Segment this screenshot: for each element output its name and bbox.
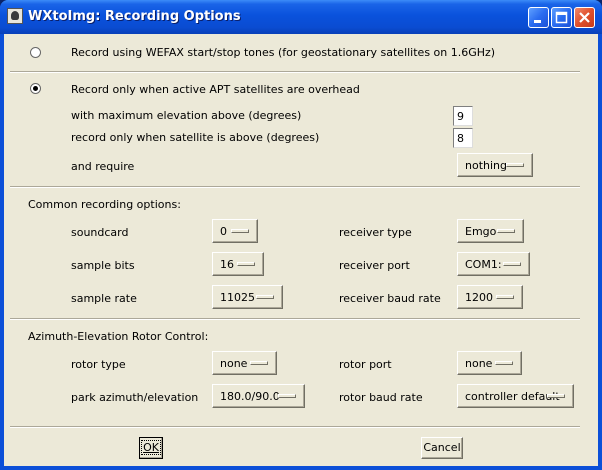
sample-rate-menu[interactable]: 11025 xyxy=(212,285,283,309)
sample-bits-value: 16 xyxy=(220,258,234,271)
rotor-heading: Azimuth-Elevation Rotor Control: xyxy=(28,330,209,343)
apt-label: Record only when active APT satellites a… xyxy=(71,83,360,96)
option-menu-indicator-icon xyxy=(506,163,524,167)
separator xyxy=(10,186,580,188)
require-value: nothing xyxy=(465,159,507,172)
rotor-type-value: none xyxy=(220,357,248,370)
cancel-button[interactable]: Cancel xyxy=(421,437,463,459)
window-title: WXtoImg: Recording Options xyxy=(28,9,241,24)
max-elevation-input[interactable]: 9 xyxy=(453,106,473,126)
park-menu[interactable]: 180.0/90.0 xyxy=(212,384,305,408)
title-bar[interactable]: WXtoImg: Recording Options xyxy=(0,0,602,34)
dialog-window: WXtoImg: Recording Options Record using … xyxy=(0,0,602,470)
sample-rate-value: 11025 xyxy=(220,291,255,304)
receiver-port-label: receiver port xyxy=(339,259,410,272)
rotor-baud-value: controller default xyxy=(465,390,560,403)
rotor-port-menu[interactable]: none xyxy=(457,351,522,375)
option-menu-indicator-icon xyxy=(256,295,274,299)
rotor-type-menu[interactable]: none xyxy=(212,351,277,375)
require-label: and require xyxy=(71,160,135,173)
separator xyxy=(10,318,580,320)
min-elevation-label: record only when satellite is above (deg… xyxy=(71,131,320,144)
separator xyxy=(10,71,580,73)
maximize-button[interactable] xyxy=(551,7,572,28)
park-label: park azimuth/elevation xyxy=(71,391,199,404)
common-options-heading: Common recording options: xyxy=(28,198,181,211)
receiver-port-value: COM1: xyxy=(465,258,502,271)
require-menu[interactable]: nothing xyxy=(457,153,533,177)
rotor-port-label: rotor port xyxy=(339,358,392,371)
wefax-label: Record using WEFAX start/stop tones (for… xyxy=(71,46,496,59)
option-menu-indicator-icon xyxy=(495,361,513,365)
close-icon xyxy=(579,12,590,23)
option-menu-indicator-icon xyxy=(497,229,515,233)
rotor-baud-menu[interactable]: controller default xyxy=(457,384,574,408)
min-elevation-input[interactable]: 8 xyxy=(453,128,473,148)
ok-button-label: OK xyxy=(141,440,161,455)
receiver-type-label: receiver type xyxy=(339,226,412,239)
close-button[interactable] xyxy=(574,7,595,28)
option-menu-indicator-icon xyxy=(503,262,521,266)
soundcard-menu[interactable]: 0 xyxy=(212,219,258,243)
option-menu-indicator-icon xyxy=(278,394,296,398)
sample-bits-menu[interactable]: 16 xyxy=(212,252,264,276)
park-value: 180.0/90.0 xyxy=(220,390,280,403)
soundcard-label: soundcard xyxy=(71,226,129,239)
app-icon[interactable] xyxy=(7,8,23,24)
max-elevation-label: with maximum elevation above (degrees) xyxy=(71,109,302,122)
dialog-body: Record using WEFAX start/stop tones (for… xyxy=(4,34,598,466)
option-menu-indicator-icon xyxy=(250,361,268,365)
ok-button[interactable]: OK xyxy=(139,437,163,459)
receiver-baud-menu[interactable]: 1200 xyxy=(457,285,523,309)
rotor-port-value: none xyxy=(465,357,493,370)
maximize-icon xyxy=(555,11,568,24)
rotor-type-label: rotor type xyxy=(71,358,126,371)
option-menu-indicator-icon xyxy=(496,295,514,299)
receiver-baud-label: receiver baud rate xyxy=(339,292,441,305)
receiver-port-menu[interactable]: COM1: xyxy=(457,252,530,276)
option-menu-indicator-icon xyxy=(547,394,565,398)
soundcard-value: 0 xyxy=(220,225,227,238)
sample-rate-label: sample rate xyxy=(71,292,137,305)
receiver-baud-value: 1200 xyxy=(465,291,493,304)
apt-radio[interactable] xyxy=(30,83,41,94)
sample-bits-label: sample bits xyxy=(71,259,135,272)
separator xyxy=(10,426,580,428)
receiver-type-menu[interactable]: Emgo xyxy=(457,219,524,243)
minimize-button[interactable] xyxy=(528,7,549,28)
minimize-icon xyxy=(534,20,541,23)
option-menu-indicator-icon xyxy=(237,262,255,266)
wefax-radio[interactable] xyxy=(30,47,41,58)
option-menu-indicator-icon xyxy=(231,229,249,233)
receiver-type-value: Emgo xyxy=(465,225,497,238)
rotor-baud-label: rotor baud rate xyxy=(339,391,423,404)
